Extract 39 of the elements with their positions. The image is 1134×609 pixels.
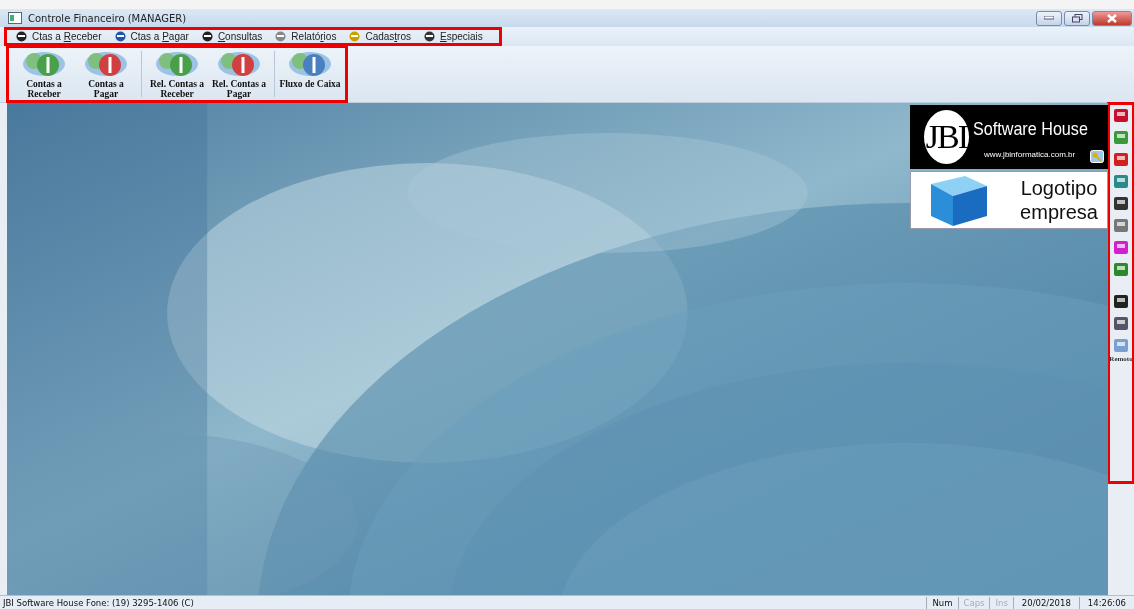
window-title: Controle Financeiro (MANAGER) xyxy=(28,12,187,24)
toolbar-button[interactable]: Fluxo de Caixa xyxy=(279,49,341,99)
coin-icon xyxy=(217,49,261,79)
logo-brand: JBI xyxy=(925,118,967,156)
menu-icon xyxy=(423,30,436,43)
status-text: JBI Software House Fone: (19) 3295-1406 (C) xyxy=(1,597,195,608)
logo-placeholder-text: Logotipo empresa xyxy=(1019,176,1099,224)
menu-icon xyxy=(348,30,362,43)
toolbar-button[interactable]: Contas a Pagar xyxy=(75,49,137,99)
app-icon xyxy=(8,12,22,24)
menu-icon xyxy=(15,30,28,43)
coin-icon xyxy=(22,49,66,79)
close-button[interactable] xyxy=(1092,10,1132,26)
key-icon xyxy=(1090,150,1104,163)
toolbar-button[interactable]: Rel. Contas a Pagar xyxy=(208,49,270,99)
menu-item[interactable]: Ctas a Receber xyxy=(9,30,108,43)
menu-item[interactable]: Especiais xyxy=(417,30,489,43)
restore-button[interactable] xyxy=(1064,10,1090,26)
logo-name: Software House xyxy=(972,118,1088,140)
toolbar-button[interactable]: Contas a Receber xyxy=(13,49,75,99)
menu-item[interactable]: Cadastros xyxy=(342,30,417,43)
menu-item[interactable]: Ctas a Pagar xyxy=(107,30,195,43)
menu-item[interactable]: Relatórios xyxy=(268,30,343,43)
status-indicator: Num xyxy=(926,596,958,609)
menu-icon xyxy=(200,30,214,43)
minimize-icon xyxy=(1044,16,1054,20)
status-time: 14:26:06 xyxy=(1078,596,1134,609)
close-icon xyxy=(1107,13,1117,23)
menu-item[interactable]: Consultas xyxy=(194,30,269,43)
logo-url: www.jbinformatica.com.br xyxy=(984,150,1076,159)
coin-icon xyxy=(155,49,199,79)
restore-icon xyxy=(1071,13,1083,23)
status-indicator: Caps xyxy=(957,596,990,609)
menu-icon xyxy=(113,30,127,43)
menu-icon xyxy=(274,30,288,43)
status-date: 20/02/2018 xyxy=(1012,596,1079,609)
coin-icon xyxy=(288,49,332,79)
toolbar-button[interactable]: Rel. Contas a Receber xyxy=(146,49,208,99)
coin-icon xyxy=(84,49,128,79)
